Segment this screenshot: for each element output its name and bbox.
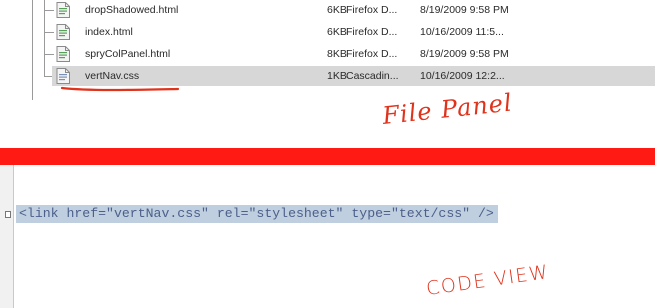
file-size: 1KB [327, 70, 347, 82]
html-file-icon [56, 24, 70, 40]
file-size: 6KB [327, 4, 347, 16]
line-marker-icon[interactable] [5, 211, 11, 218]
tree-rail-inner [44, 0, 45, 76]
file-panel: dropShadowed.html 6KB Firefox D... 8/19/… [0, 0, 655, 148]
html-file-icon [56, 2, 70, 18]
file-row[interactable]: dropShadowed.html 6KB Firefox D... 8/19/… [52, 0, 655, 20]
code-view: <link href="vertNav.css" rel="stylesheet… [0, 165, 655, 308]
code-line[interactable]: <link href="vertNav.css" rel="stylesheet… [16, 205, 498, 223]
file-row[interactable]: spryColPanel.html 8KB Firefox D... 8/19/… [52, 44, 655, 64]
tree-rail-outer [32, 0, 33, 100]
file-date: 8/19/2009 9:58 PM [420, 48, 509, 60]
file-name: spryColPanel.html [85, 48, 171, 60]
file-type: Firefox D... [346, 4, 398, 16]
code-gutter [0, 165, 14, 308]
file-name: index.html [85, 26, 133, 38]
css-file-icon [56, 68, 70, 84]
file-name: vertNav.css [85, 70, 140, 82]
file-name: dropShadowed.html [85, 4, 179, 16]
file-type: Firefox D... [346, 48, 398, 60]
file-size: 8KB [327, 48, 347, 60]
file-panel-annotation: File Panel [381, 88, 514, 130]
html-file-icon [56, 46, 70, 62]
file-row[interactable]: index.html 6KB Firefox D... 10/16/2009 1… [52, 22, 655, 42]
file-date: 8/19/2009 9:58 PM [420, 4, 509, 16]
file-size: 6KB [327, 26, 347, 38]
red-underline-annotation [60, 86, 180, 92]
file-date: 10/16/2009 12:2... [420, 70, 505, 82]
file-date: 10/16/2009 11:5... [420, 26, 504, 38]
panel-separator [0, 148, 655, 165]
file-type: Cascadin... [346, 70, 399, 82]
file-type: Firefox D... [346, 26, 398, 38]
